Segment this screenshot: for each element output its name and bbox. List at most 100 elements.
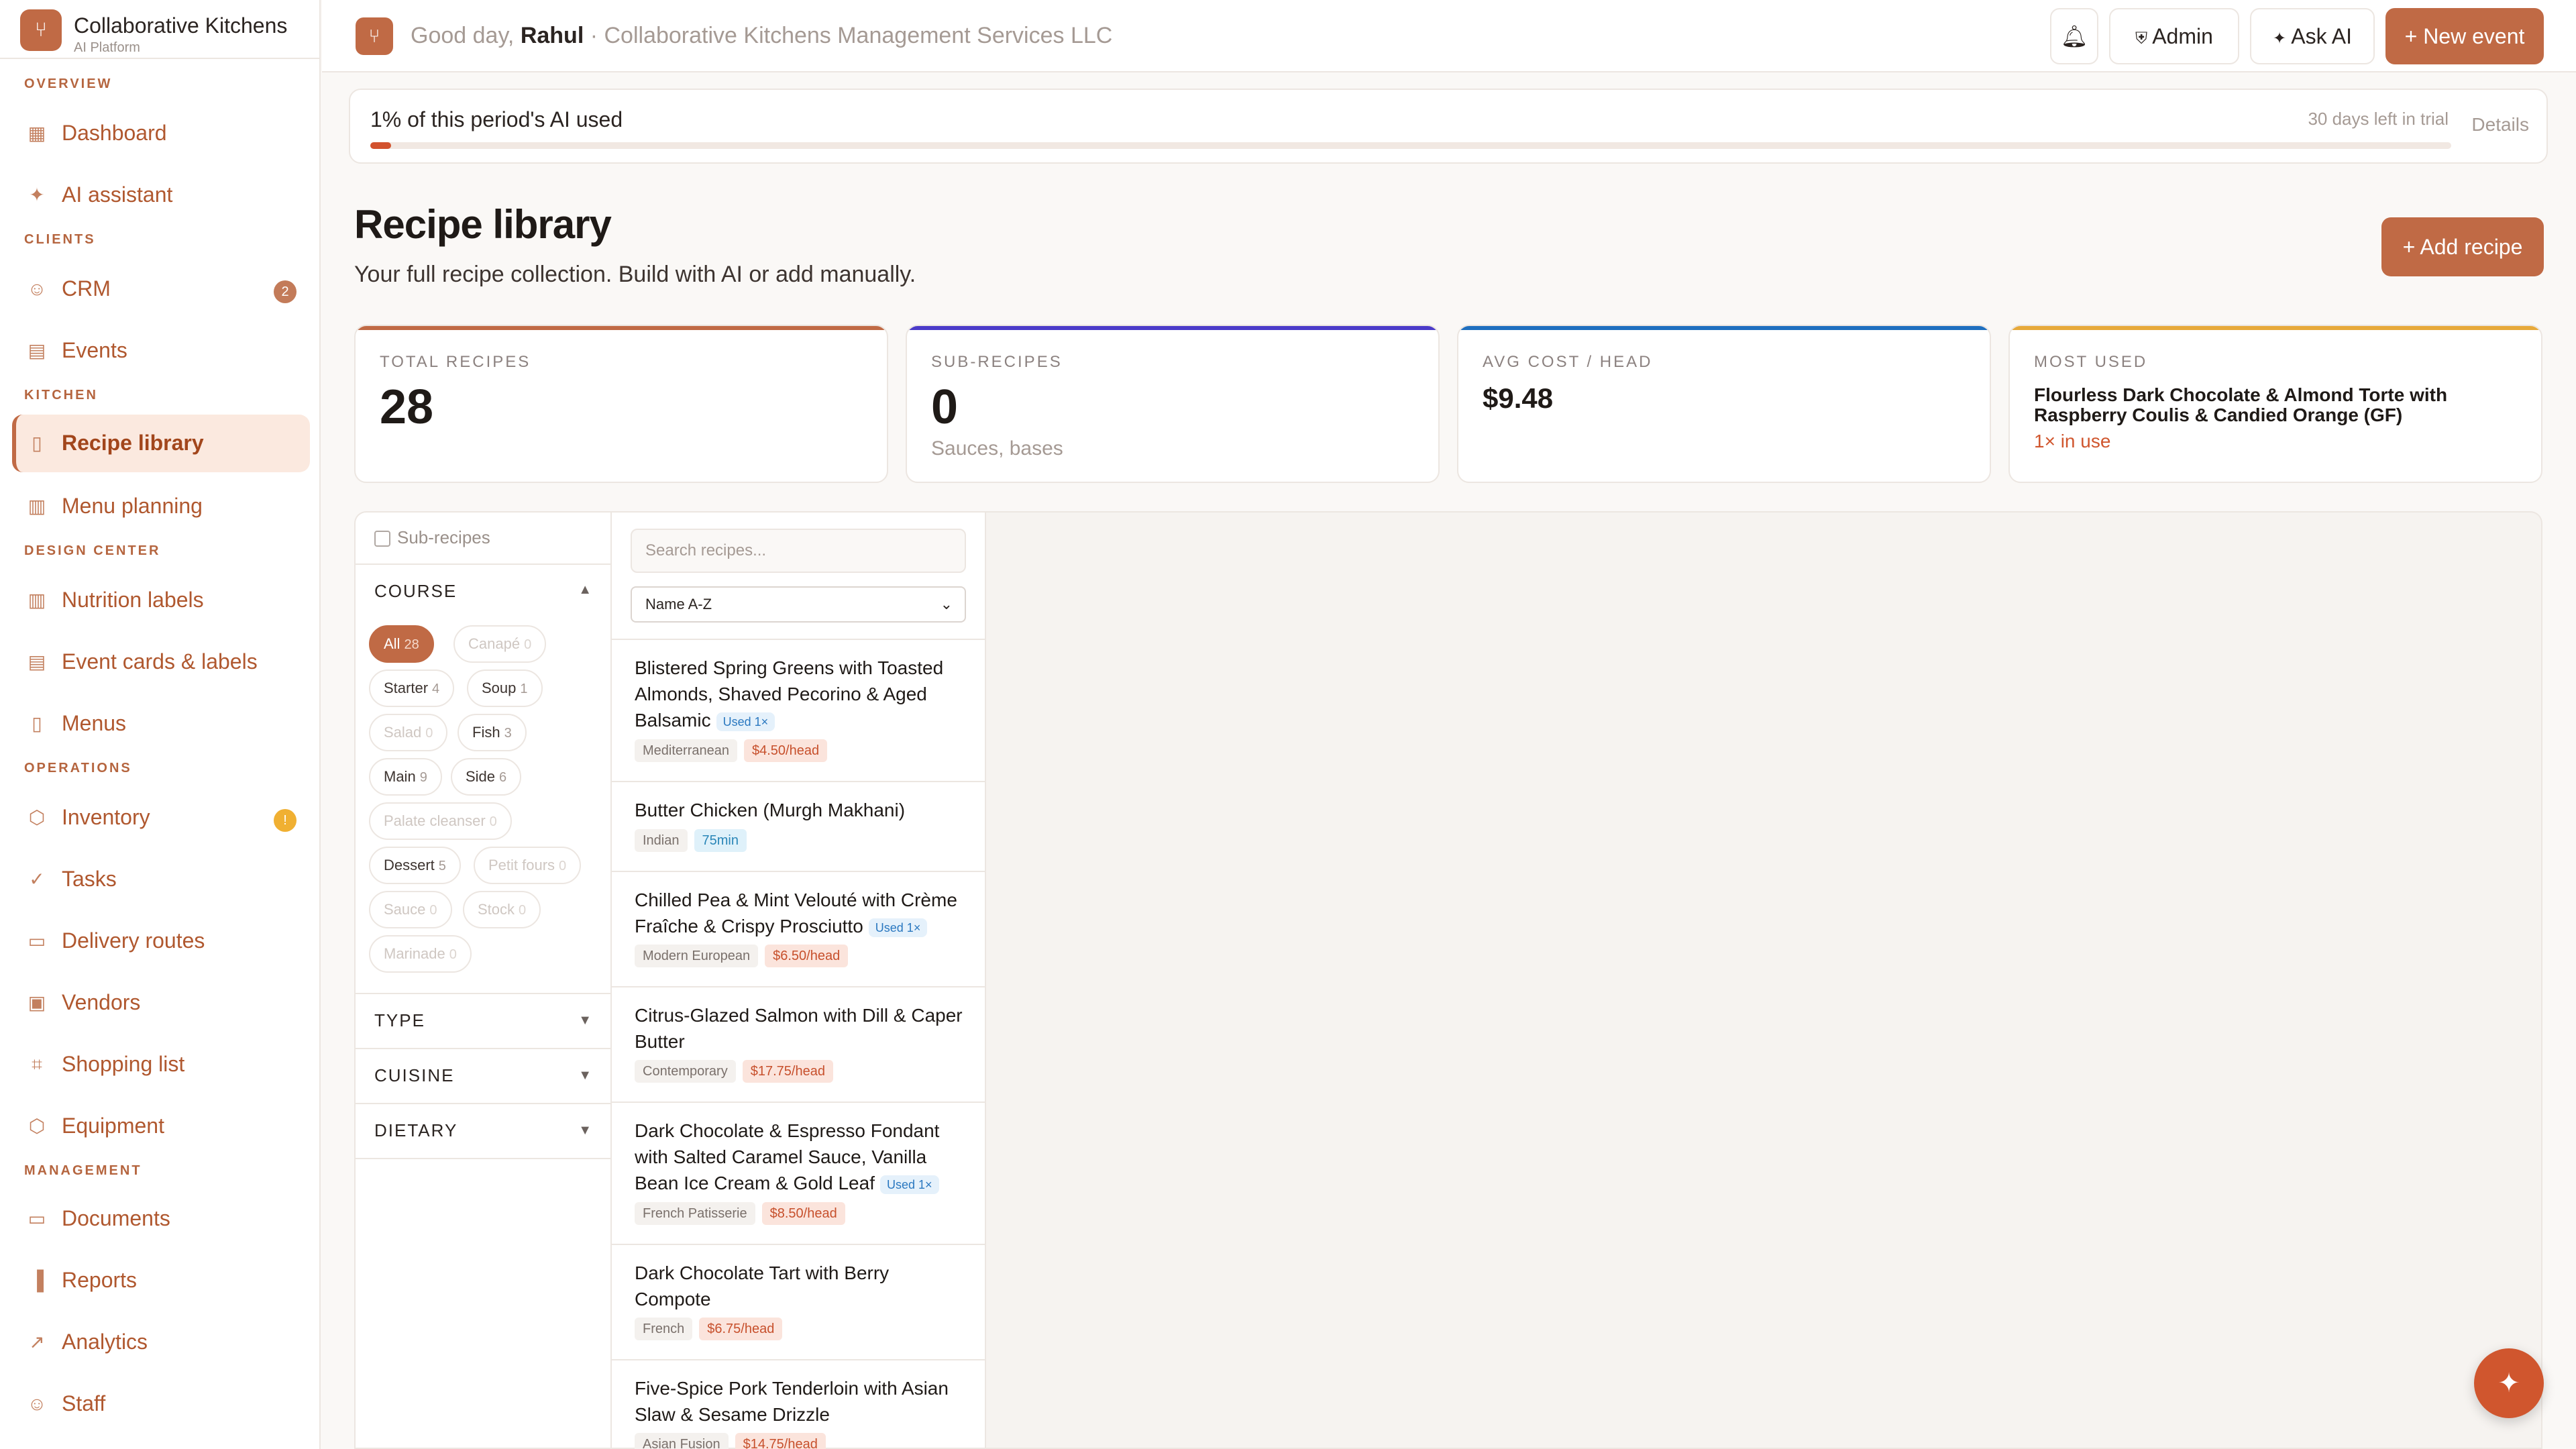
sidebar-item-inventory[interactable]: ⬡ Inventory ! <box>12 789 310 847</box>
nav-section-title: DESIGN CENTER <box>24 543 161 558</box>
fork-knife-icon[interactable]: ⑂ <box>356 17 393 55</box>
stat-card-most-used: MOST USED Flourless Dark Chocolate & Alm… <box>2008 325 2542 483</box>
recipe-list-item[interactable]: Butter Chicken (Murgh Makhani) Indian 75m… <box>612 781 985 871</box>
ai-assistant-fab[interactable]: ✦ <box>2474 1348 2544 1418</box>
course-chip-starter[interactable]: Starter 4 <box>369 669 455 707</box>
chip-count: 4 <box>432 682 440 696</box>
time-tag: 75min <box>694 829 747 852</box>
sidebar-item-shopping-list[interactable]: ⌗ Shopping list <box>12 1036 310 1093</box>
course-chip-fish[interactable]: Fish 3 <box>458 714 527 751</box>
most-used-recipe[interactable]: Flourless Dark Chocolate & Almond Torte … <box>2034 385 2517 425</box>
course-chip-petit-fours[interactable]: Petit fours 0 <box>474 847 582 884</box>
course-chip-marinade[interactable]: Marinade 0 <box>369 935 472 973</box>
calendar-icon: ▤ <box>28 340 46 361</box>
add-recipe-button[interactable]: + Add recipe <box>2381 217 2544 276</box>
sidebar-item-menus[interactable]: ▯ Menus <box>12 695 310 753</box>
notifications-button[interactable]: 🔔︎ <box>2050 8 2098 64</box>
type-filter-header[interactable]: TYPE <box>374 1010 425 1031</box>
nav-section-title: OVERVIEW <box>24 76 113 91</box>
stat-accent-bar <box>907 326 1438 330</box>
course-chip-soup[interactable]: Soup 1 <box>467 669 543 707</box>
cuisine-filter-header[interactable]: CUISINE <box>374 1065 454 1086</box>
sidebar-item-equipment[interactable]: ⬡ Equipment <box>12 1097 310 1155</box>
sub-recipes-toggle[interactable]: Sub-recipes <box>374 527 490 548</box>
sidebar-item-crm[interactable]: ☺ CRM 2 <box>12 260 310 318</box>
sparkle-icon: ✦ <box>29 184 45 205</box>
chevron-up-icon[interactable]: ▲ <box>578 582 592 598</box>
sidebar-item-nutrition-labels[interactable]: ▥ Nutrition labels <box>12 572 310 629</box>
store-icon: ▣ <box>28 992 46 1013</box>
sidebar-item-recipe-library[interactable]: ▯ Recipe library <box>12 415 310 472</box>
sidebar-item-label: Events <box>62 338 127 362</box>
course-chip-sauce[interactable]: Sauce 0 <box>369 891 452 928</box>
recipe-list-item[interactable]: Dark Chocolate Tart with Berry Compote F… <box>612 1244 985 1359</box>
ask-ai-button[interactable]: ✦ Ask AI <box>2250 8 2375 64</box>
chevron-down-icon[interactable]: ▼ <box>578 1123 592 1138</box>
admin-button[interactable]: ⛨ Admin <box>2109 8 2239 64</box>
course-chip-all[interactable]: All 28 <box>369 625 434 663</box>
search-input[interactable]: Search recipes... <box>631 529 966 573</box>
nav-section-title: OPERATIONS <box>24 761 132 775</box>
sidebar-item-vendors[interactable]: ▣ Vendors <box>12 974 310 1032</box>
sidebar-item-event-cards[interactable]: ▤ Event cards & labels <box>12 633 310 691</box>
sidebar-item-staff[interactable]: ☺ Staff <box>12 1375 310 1433</box>
recipe-list-item[interactable]: Dark Chocolate & Espresso Fondant with S… <box>612 1102 985 1244</box>
stat-card-sub-recipes: SUB-RECIPES 0 Sauces, bases <box>906 325 1440 483</box>
course-chip-salad[interactable]: Salad 0 <box>369 714 448 751</box>
recipe-list-item[interactable]: Five-Spice Pork Tenderloin with Asian Sl… <box>612 1359 985 1449</box>
course-chip-canape[interactable]: Canapé 0 <box>453 625 547 663</box>
bar-chart-icon: ▐ <box>30 1270 44 1291</box>
price-tag: $6.50/head <box>765 945 849 967</box>
course-chip-main[interactable]: Main 9 <box>369 758 442 796</box>
sidebar-item-dashboard[interactable]: ▦ Dashboard <box>12 105 310 162</box>
course-chip-side[interactable]: Side 6 <box>451 758 522 796</box>
sidebar-item-events[interactable]: ▤ Events <box>12 322 310 380</box>
usage-details-link[interactable]: Details <box>2471 114 2529 136</box>
cuisine-tag: Mediterranean <box>635 739 737 762</box>
course-chip-dessert[interactable]: Dessert 5 <box>369 847 461 884</box>
recipe-list-item[interactable]: Blistered Spring Greens with Toasted Alm… <box>612 639 985 781</box>
chip-label: Salad <box>384 724 422 741</box>
stat-value: $9.48 <box>1483 382 1554 414</box>
recipe-list-item[interactable]: Chilled Pea & Mint Velouté with Crème Fr… <box>612 871 985 986</box>
sidebar-item-label: Staff <box>62 1391 106 1415</box>
sidebar-item-analytics[interactable]: ↗ Analytics <box>12 1313 310 1371</box>
trend-icon: ↗ <box>29 1332 45 1352</box>
recipe-title: Chilled Pea & Mint Velouté with Crème Fr… <box>635 887 970 939</box>
new-event-button[interactable]: + New event <box>2385 8 2544 64</box>
stat-accent-bar <box>1458 326 1990 330</box>
chip-count: 0 <box>489 814 497 829</box>
chip-count: 0 <box>519 903 527 918</box>
sparkle-icon: ✦ <box>2273 30 2287 48</box>
check-circle-icon: ✓ <box>29 869 45 890</box>
sort-select[interactable]: Name A-Z ⌄ <box>631 586 966 623</box>
chip-count: 9 <box>419 770 427 785</box>
chevron-down-icon[interactable]: ▼ <box>578 1013 592 1028</box>
cuisine-tag: Contemporary <box>635 1060 736 1083</box>
recipe-detail-panel <box>986 511 2542 1449</box>
course-chip-stock[interactable]: Stock 0 <box>463 891 541 928</box>
course-chip-palate-cleanser[interactable]: Palate cleanser 0 <box>369 802 512 840</box>
dietary-filter-header[interactable]: DIETARY <box>374 1120 458 1141</box>
chevron-down-icon[interactable]: ▼ <box>578 1068 592 1083</box>
used-badge: Used 1× <box>716 712 775 731</box>
sidebar-item-reports[interactable]: ▐ Reports <box>12 1252 310 1309</box>
chip-count: 6 <box>499 770 507 785</box>
used-badge: Used 1× <box>868 918 928 937</box>
sidebar-item-label: Menus <box>62 711 127 735</box>
sidebar-item-documents[interactable]: ▭ Documents <box>12 1190 310 1248</box>
sidebar-item-delivery-routes[interactable]: ▭ Delivery routes <box>12 912 310 970</box>
top-bar: ⑂ Good day, Rahul · Collaborative Kitche… <box>322 0 2576 72</box>
brand[interactable]: ⑂ Collaborative Kitchens AI Platform <box>20 9 315 56</box>
course-filter-header[interactable]: COURSE <box>374 581 457 602</box>
sidebar-item-menu-planning[interactable]: ▥ Menu planning <box>12 478 310 535</box>
sidebar-item-label: Inventory <box>62 805 150 829</box>
sidebar-item-tasks[interactable]: ✓ Tasks <box>12 851 310 908</box>
recipe-tags: Mediterranean $4.50/head <box>635 739 828 762</box>
sidebar-item-ai-assistant[interactable]: ✦ AI assistant <box>12 166 310 224</box>
sparkle-icon: ✦ <box>2498 1368 2520 1398</box>
chip-label: Sauce <box>384 901 426 918</box>
recipe-list-item[interactable]: Citrus-Glazed Salmon with Dill & Caper B… <box>612 986 985 1102</box>
recipe-name: Blistered Spring Greens with Toasted Alm… <box>635 657 944 731</box>
checkbox[interactable] <box>374 531 390 547</box>
